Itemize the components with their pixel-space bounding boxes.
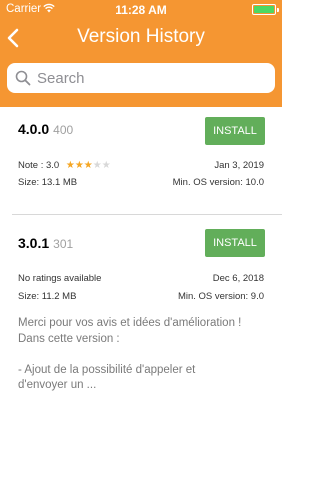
search-bar[interactable] [7, 63, 275, 93]
status-bar: Carrier 11:28 AM [0, 0, 282, 20]
note-label: No ratings available [18, 273, 102, 284]
battery-icon [252, 4, 279, 15]
rating-row: No ratings available Dec 6, 2018 [18, 273, 264, 284]
version-label: 3.0.1 [18, 235, 50, 251]
size-label: Size: 11.2 MB [18, 291, 77, 302]
header-bar: Carrier 11:28 AM Version History [0, 0, 282, 107]
build-number: 400 [53, 123, 74, 137]
rating-stars: ★★★★★ [66, 160, 111, 171]
build-number: 301 [53, 237, 74, 251]
version-label: 4.0.0 [18, 121, 50, 137]
page-title: Version History [77, 26, 205, 47]
size-row: Size: 13.1 MB Min. OS version: 10.0 [18, 177, 264, 188]
star-icon: ★ [74, 160, 84, 171]
min-os-label: Min. OS version: 9.0 [177, 291, 264, 302]
min-os-label: Min. OS version: 10.0 [172, 177, 264, 188]
star-icon: ★ [65, 160, 75, 171]
divider [12, 214, 282, 215]
search-icon [15, 70, 31, 86]
version-number: 4.0.0 400 [18, 121, 73, 137]
release-notes: Merci pour vos avis et idées d'améliorat… [18, 317, 242, 391]
clock-label: 11:28 AM [115, 3, 167, 17]
install-button[interactable]: INSTALL [205, 229, 265, 257]
star-outline-icon: ★ [92, 160, 102, 171]
size-row: Size: 11.2 MB Min. OS version: 9.0 [18, 291, 264, 302]
install-button[interactable]: INSTALL [205, 117, 265, 145]
note-label: Note : 3.0 [18, 160, 60, 171]
release-date: Dec 6, 2018 [212, 273, 264, 284]
size-label: Size: 13.1 MB [18, 177, 78, 188]
star-outline-icon: ★ [101, 160, 111, 171]
star-icon: ★ [83, 160, 93, 171]
version-number: 3.0.1 301 [18, 235, 73, 251]
rating-row: Note : 3.0 ★★★★★ Jan 3, 2019 [18, 160, 264, 171]
release-date: Jan 3, 2019 [214, 160, 264, 171]
search-input[interactable] [37, 67, 265, 89]
